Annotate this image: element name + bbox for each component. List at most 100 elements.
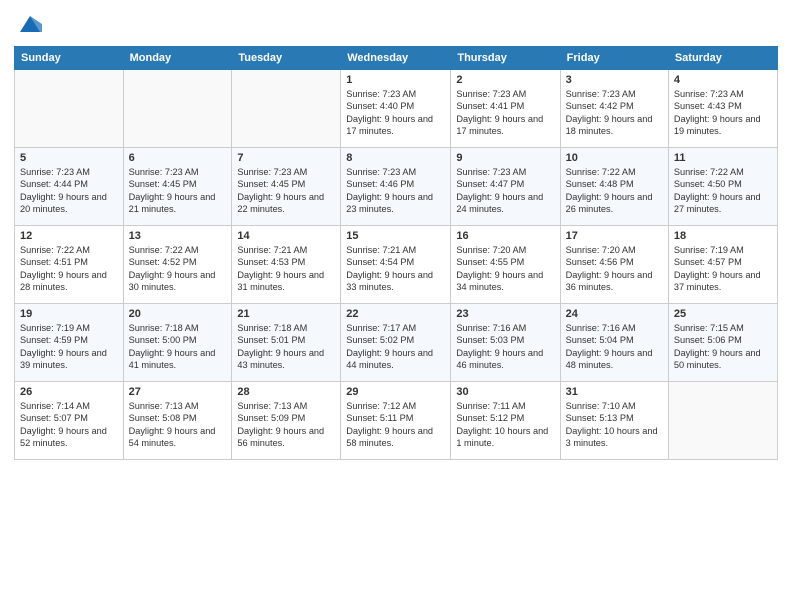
calendar-cell: 19 Sunrise: 7:19 AMSunset: 4:59 PMDaylig…: [15, 304, 124, 382]
calendar-week-row: 12 Sunrise: 7:22 AMSunset: 4:51 PMDaylig…: [15, 226, 778, 304]
calendar-cell: 3 Sunrise: 7:23 AMSunset: 4:42 PMDayligh…: [560, 70, 668, 148]
page: Sunday Monday Tuesday Wednesday Thursday…: [0, 0, 792, 612]
calendar-table: Sunday Monday Tuesday Wednesday Thursday…: [14, 46, 778, 460]
calendar-cell: 22 Sunrise: 7:17 AMSunset: 5:02 PMDaylig…: [341, 304, 451, 382]
day-info: Sunrise: 7:22 AMSunset: 4:51 PMDaylight:…: [20, 244, 118, 294]
calendar-cell: 30 Sunrise: 7:11 AMSunset: 5:12 PMDaylig…: [451, 382, 560, 460]
day-info: Sunrise: 7:18 AMSunset: 5:00 PMDaylight:…: [129, 322, 227, 372]
day-info: Sunrise: 7:10 AMSunset: 5:13 PMDaylight:…: [566, 400, 663, 450]
day-number: 6: [129, 152, 227, 164]
calendar-cell: [668, 382, 777, 460]
calendar-cell: 11 Sunrise: 7:22 AMSunset: 4:50 PMDaylig…: [668, 148, 777, 226]
calendar-cell: 29 Sunrise: 7:12 AMSunset: 5:11 PMDaylig…: [341, 382, 451, 460]
calendar-cell: 24 Sunrise: 7:16 AMSunset: 5:04 PMDaylig…: [560, 304, 668, 382]
calendar-cell: [123, 70, 232, 148]
calendar-cell: 25 Sunrise: 7:15 AMSunset: 5:06 PMDaylig…: [668, 304, 777, 382]
day-info: Sunrise: 7:16 AMSunset: 5:03 PMDaylight:…: [456, 322, 554, 372]
calendar-week-row: 5 Sunrise: 7:23 AMSunset: 4:44 PMDayligh…: [15, 148, 778, 226]
calendar-cell: 12 Sunrise: 7:22 AMSunset: 4:51 PMDaylig…: [15, 226, 124, 304]
day-number: 3: [566, 74, 663, 86]
day-number: 1: [346, 74, 445, 86]
day-number: 14: [237, 230, 335, 242]
calendar-cell: 1 Sunrise: 7:23 AMSunset: 4:40 PMDayligh…: [341, 70, 451, 148]
calendar-week-row: 26 Sunrise: 7:14 AMSunset: 5:07 PMDaylig…: [15, 382, 778, 460]
col-wednesday: Wednesday: [341, 47, 451, 70]
day-number: 11: [674, 152, 772, 164]
calendar-header-row: Sunday Monday Tuesday Wednesday Thursday…: [15, 47, 778, 70]
calendar-week-row: 1 Sunrise: 7:23 AMSunset: 4:40 PMDayligh…: [15, 70, 778, 148]
day-info: Sunrise: 7:20 AMSunset: 4:56 PMDaylight:…: [566, 244, 663, 294]
calendar-cell: 27 Sunrise: 7:13 AMSunset: 5:08 PMDaylig…: [123, 382, 232, 460]
day-number: 5: [20, 152, 118, 164]
day-info: Sunrise: 7:17 AMSunset: 5:02 PMDaylight:…: [346, 322, 445, 372]
day-info: Sunrise: 7:21 AMSunset: 4:53 PMDaylight:…: [237, 244, 335, 294]
day-info: Sunrise: 7:13 AMSunset: 5:09 PMDaylight:…: [237, 400, 335, 450]
day-info: Sunrise: 7:22 AMSunset: 4:48 PMDaylight:…: [566, 166, 663, 216]
day-number: 21: [237, 308, 335, 320]
calendar-cell: 7 Sunrise: 7:23 AMSunset: 4:45 PMDayligh…: [232, 148, 341, 226]
calendar-cell: 15 Sunrise: 7:21 AMSunset: 4:54 PMDaylig…: [341, 226, 451, 304]
col-saturday: Saturday: [668, 47, 777, 70]
calendar-cell: [232, 70, 341, 148]
col-sunday: Sunday: [15, 47, 124, 70]
day-number: 13: [129, 230, 227, 242]
day-info: Sunrise: 7:22 AMSunset: 4:52 PMDaylight:…: [129, 244, 227, 294]
day-info: Sunrise: 7:13 AMSunset: 5:08 PMDaylight:…: [129, 400, 227, 450]
day-info: Sunrise: 7:16 AMSunset: 5:04 PMDaylight:…: [566, 322, 663, 372]
day-number: 29: [346, 386, 445, 398]
day-number: 22: [346, 308, 445, 320]
calendar-cell: 9 Sunrise: 7:23 AMSunset: 4:47 PMDayligh…: [451, 148, 560, 226]
header: [14, 10, 778, 38]
day-number: 30: [456, 386, 554, 398]
day-info: Sunrise: 7:23 AMSunset: 4:42 PMDaylight:…: [566, 88, 663, 138]
day-number: 2: [456, 74, 554, 86]
day-number: 12: [20, 230, 118, 242]
calendar-cell: 10 Sunrise: 7:22 AMSunset: 4:48 PMDaylig…: [560, 148, 668, 226]
calendar-cell: 4 Sunrise: 7:23 AMSunset: 4:43 PMDayligh…: [668, 70, 777, 148]
day-info: Sunrise: 7:15 AMSunset: 5:06 PMDaylight:…: [674, 322, 772, 372]
day-number: 24: [566, 308, 663, 320]
day-info: Sunrise: 7:19 AMSunset: 4:57 PMDaylight:…: [674, 244, 772, 294]
day-number: 26: [20, 386, 118, 398]
day-info: Sunrise: 7:12 AMSunset: 5:11 PMDaylight:…: [346, 400, 445, 450]
calendar-cell: [15, 70, 124, 148]
calendar-cell: 5 Sunrise: 7:23 AMSunset: 4:44 PMDayligh…: [15, 148, 124, 226]
calendar-cell: 26 Sunrise: 7:14 AMSunset: 5:07 PMDaylig…: [15, 382, 124, 460]
day-number: 10: [566, 152, 663, 164]
col-monday: Monday: [123, 47, 232, 70]
day-number: 9: [456, 152, 554, 164]
day-number: 16: [456, 230, 554, 242]
calendar-cell: 23 Sunrise: 7:16 AMSunset: 5:03 PMDaylig…: [451, 304, 560, 382]
day-number: 8: [346, 152, 445, 164]
day-number: 18: [674, 230, 772, 242]
day-info: Sunrise: 7:14 AMSunset: 5:07 PMDaylight:…: [20, 400, 118, 450]
day-number: 7: [237, 152, 335, 164]
day-info: Sunrise: 7:23 AMSunset: 4:44 PMDaylight:…: [20, 166, 118, 216]
col-friday: Friday: [560, 47, 668, 70]
day-number: 27: [129, 386, 227, 398]
calendar-cell: 17 Sunrise: 7:20 AMSunset: 4:56 PMDaylig…: [560, 226, 668, 304]
calendar-cell: 6 Sunrise: 7:23 AMSunset: 4:45 PMDayligh…: [123, 148, 232, 226]
day-number: 25: [674, 308, 772, 320]
logo-icon: [16, 10, 44, 38]
calendar-cell: 16 Sunrise: 7:20 AMSunset: 4:55 PMDaylig…: [451, 226, 560, 304]
calendar-cell: 21 Sunrise: 7:18 AMSunset: 5:01 PMDaylig…: [232, 304, 341, 382]
calendar-cell: 14 Sunrise: 7:21 AMSunset: 4:53 PMDaylig…: [232, 226, 341, 304]
calendar-cell: 31 Sunrise: 7:10 AMSunset: 5:13 PMDaylig…: [560, 382, 668, 460]
day-info: Sunrise: 7:23 AMSunset: 4:41 PMDaylight:…: [456, 88, 554, 138]
day-info: Sunrise: 7:20 AMSunset: 4:55 PMDaylight:…: [456, 244, 554, 294]
day-info: Sunrise: 7:23 AMSunset: 4:45 PMDaylight:…: [237, 166, 335, 216]
calendar-cell: 8 Sunrise: 7:23 AMSunset: 4:46 PMDayligh…: [341, 148, 451, 226]
day-number: 15: [346, 230, 445, 242]
day-number: 23: [456, 308, 554, 320]
day-info: Sunrise: 7:23 AMSunset: 4:40 PMDaylight:…: [346, 88, 445, 138]
calendar-cell: 20 Sunrise: 7:18 AMSunset: 5:00 PMDaylig…: [123, 304, 232, 382]
day-info: Sunrise: 7:23 AMSunset: 4:47 PMDaylight:…: [456, 166, 554, 216]
calendar-cell: 18 Sunrise: 7:19 AMSunset: 4:57 PMDaylig…: [668, 226, 777, 304]
logo: [14, 10, 44, 38]
day-info: Sunrise: 7:11 AMSunset: 5:12 PMDaylight:…: [456, 400, 554, 450]
calendar-cell: 2 Sunrise: 7:23 AMSunset: 4:41 PMDayligh…: [451, 70, 560, 148]
calendar-week-row: 19 Sunrise: 7:19 AMSunset: 4:59 PMDaylig…: [15, 304, 778, 382]
col-thursday: Thursday: [451, 47, 560, 70]
day-info: Sunrise: 7:23 AMSunset: 4:43 PMDaylight:…: [674, 88, 772, 138]
